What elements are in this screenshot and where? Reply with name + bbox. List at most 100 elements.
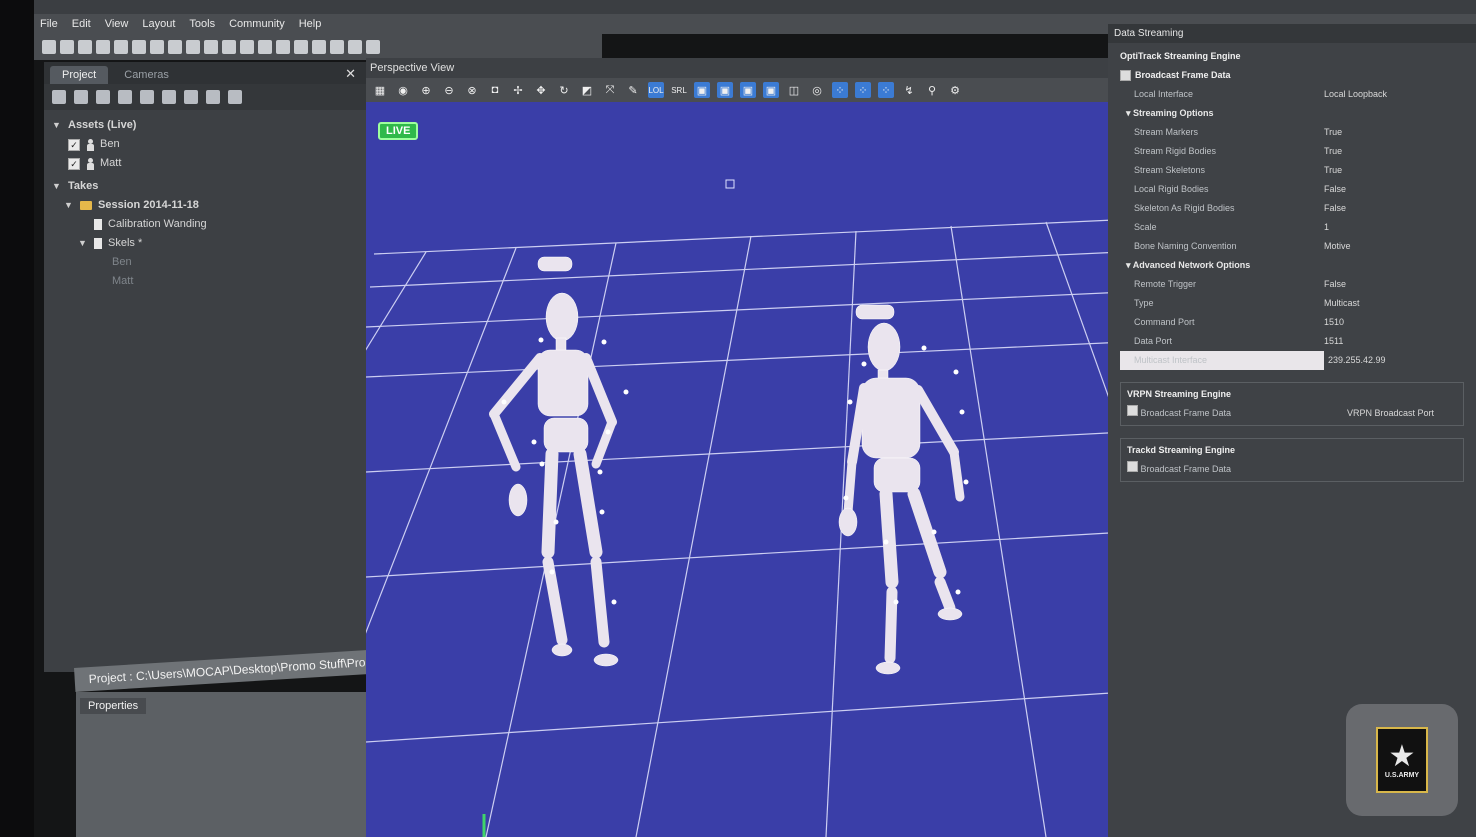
list-view-icon[interactable] <box>228 90 242 104</box>
new-file-icon[interactable] <box>42 40 56 54</box>
vrpn-broadcast-checkbox[interactable] <box>1127 405 1138 416</box>
select-icon[interactable]: ✥ <box>533 82 549 98</box>
tab-properties[interactable]: Properties <box>80 698 147 714</box>
tab-project[interactable]: Project <box>50 66 109 84</box>
option-value[interactable]: False <box>1324 180 1346 199</box>
advanced-value[interactable]: Multicast <box>1324 294 1360 313</box>
menu-view[interactable]: View <box>105 18 129 30</box>
asset-checkbox[interactable]: ✓ <box>68 138 80 151</box>
advanced-value[interactable]: False <box>1324 275 1346 294</box>
option-value[interactable]: False <box>1324 199 1346 218</box>
menu-edit[interactable]: Edit <box>72 18 91 30</box>
caret-down-icon[interactable]: ▾ <box>1126 260 1131 270</box>
option-row[interactable]: Stream Rigid Bodies True <box>1120 142 1464 161</box>
perspective-viewport[interactable]: LIVE <box>366 102 1126 837</box>
streaming-options-header[interactable]: ▾ Streaming Options <box>1120 104 1464 123</box>
zoom-fit-icon[interactable]: ⊗ <box>464 82 480 98</box>
option-value[interactable]: True <box>1324 161 1342 180</box>
advanced-row[interactable]: Remote Trigger False <box>1120 275 1464 294</box>
pencil-icon[interactable] <box>81 678 84 681</box>
caret-down-icon[interactable]: ▼ <box>52 177 62 196</box>
lol-toggle[interactable]: LOL <box>648 82 664 98</box>
globe-icon[interactable]: ◉ <box>395 82 411 98</box>
monitor-icon[interactable] <box>132 40 146 54</box>
rigid-body-icon[interactable] <box>186 40 200 54</box>
pin-icon[interactable]: ⚲ <box>924 82 940 98</box>
asset-checkbox[interactable]: ✓ <box>68 157 80 170</box>
paste-icon[interactable] <box>162 90 176 104</box>
snapshot-icon[interactable]: ◘ <box>487 82 503 98</box>
tab-cameras[interactable]: Cameras <box>112 66 181 84</box>
grid-icon[interactable]: ▦ <box>372 82 388 98</box>
srl-toggle[interactable]: SRL <box>671 82 687 98</box>
frame-icon[interactable]: ◫ <box>786 82 802 98</box>
pivot-icon[interactable]: ⤧ <box>602 82 618 98</box>
broadcast-checkbox[interactable] <box>1120 70 1131 81</box>
advanced-value[interactable]: 1511 <box>1324 332 1343 351</box>
panel-2-icon[interactable] <box>312 40 326 54</box>
markers-view-icon[interactable]: ⁘ <box>832 82 848 98</box>
copy-icon[interactable] <box>140 90 154 104</box>
advanced-value[interactable]: 1510 <box>1324 313 1344 332</box>
export-icon[interactable] <box>118 90 132 104</box>
settings-icon[interactable]: ⚙ <box>947 82 963 98</box>
remove-take-icon[interactable] <box>74 90 88 104</box>
menu-community[interactable]: Community <box>229 18 285 30</box>
camera-2-icon[interactable]: ▣ <box>717 82 733 98</box>
menu-layout[interactable]: Layout <box>142 18 175 30</box>
trackd-broadcast-row[interactable]: Broadcast Frame Data <box>1127 460 1457 479</box>
axis-icon[interactable]: ✢ <box>510 82 526 98</box>
tools-icon[interactable] <box>96 40 110 54</box>
calibrate-icon[interactable] <box>240 40 254 54</box>
zoom-out-icon[interactable]: ⊖ <box>441 82 457 98</box>
assets-group[interactable]: ▼ Assets (Live) <box>52 116 358 135</box>
option-row[interactable]: Scale 1 <box>1120 218 1464 237</box>
option-row[interactable]: Skeleton As Rigid Bodies False <box>1120 199 1464 218</box>
caret-down-icon[interactable]: ▼ <box>64 196 74 215</box>
asset-row-matt[interactable]: ✓ Matt <box>52 154 358 173</box>
panel-5-icon[interactable] <box>366 40 380 54</box>
panel-1-icon[interactable] <box>294 40 308 54</box>
option-row[interactable]: Bone Naming Convention Motive <box>1120 237 1464 256</box>
tracking-icon[interactable]: ↯ <box>901 82 917 98</box>
ground-plane-icon[interactable] <box>276 40 290 54</box>
add-take-icon[interactable] <box>52 90 66 104</box>
asset-row-ben[interactable]: ✓ Ben <box>52 135 358 154</box>
list-icon[interactable] <box>222 40 236 54</box>
option-row[interactable]: Stream Markers True <box>1120 123 1464 142</box>
caret-down-icon[interactable]: ▼ <box>52 116 62 135</box>
save-icon[interactable] <box>78 40 92 54</box>
vrpn-broadcast-row[interactable]: Broadcast Frame Data VRPN Broadcast Port <box>1127 404 1457 423</box>
caret-down-icon[interactable]: ▼ <box>78 234 88 253</box>
advanced-row[interactable]: Data Port 1511 <box>1120 332 1464 351</box>
import-icon[interactable] <box>96 90 110 104</box>
rigid-view-icon[interactable]: ⁘ <box>855 82 871 98</box>
multicast-interface-value[interactable]: 239.255.42.99 <box>1324 351 1386 370</box>
camera-icon[interactable] <box>150 40 164 54</box>
advanced-row[interactable]: Command Port 1510 <box>1120 313 1464 332</box>
take-row-calibration[interactable]: Calibration Wanding <box>52 215 358 234</box>
broadcast-row[interactable]: Broadcast Frame Data <box>1120 66 1464 85</box>
rigid-add-icon[interactable] <box>206 90 220 104</box>
open-folder-icon[interactable] <box>60 40 74 54</box>
caret-down-icon[interactable]: ▾ <box>1126 108 1131 118</box>
camera-3-icon[interactable]: ▣ <box>740 82 756 98</box>
skeleton-add-icon[interactable] <box>184 90 198 104</box>
option-value[interactable]: Motive <box>1324 237 1351 256</box>
option-value[interactable]: 1 <box>1324 218 1329 237</box>
local-interface-value[interactable]: Local Loopback <box>1324 85 1387 104</box>
markers-icon[interactable] <box>168 40 182 54</box>
skel-child-ben[interactable]: Ben <box>52 253 358 272</box>
rotate-icon[interactable]: ↻ <box>556 82 572 98</box>
close-icon[interactable]: ✕ <box>345 66 356 82</box>
option-row[interactable]: Stream Skeletons True <box>1120 161 1464 180</box>
skel-child-matt[interactable]: Matt <box>52 272 358 291</box>
local-interface-row[interactable]: Local Interface Local Loopback <box>1120 85 1464 104</box>
skeleton-icon[interactable] <box>204 40 218 54</box>
menu-file[interactable]: File <box>40 18 58 30</box>
zoom-in-icon[interactable]: ⊕ <box>418 82 434 98</box>
brush-icon[interactable]: ✎ <box>625 82 641 98</box>
multicast-interface-row[interactable]: Multicast Interface 239.255.42.99 <box>1120 351 1464 370</box>
advanced-row[interactable]: Type Multicast <box>1120 294 1464 313</box>
panel-3-icon[interactable] <box>330 40 344 54</box>
